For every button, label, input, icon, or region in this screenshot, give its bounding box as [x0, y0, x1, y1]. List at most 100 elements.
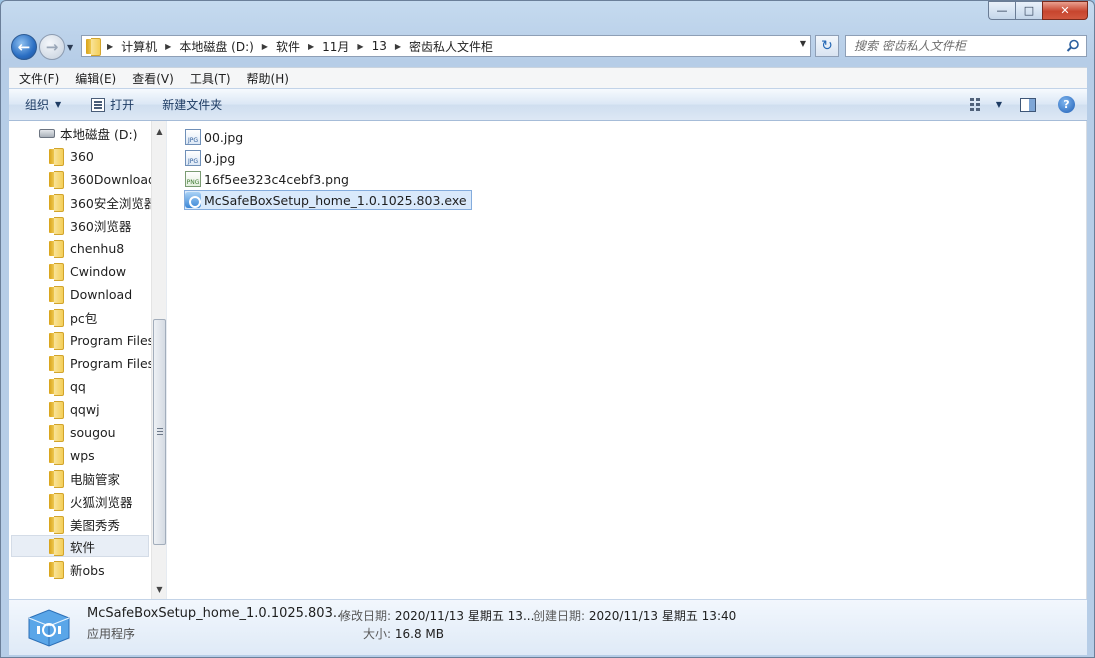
- folder-icon: [49, 309, 64, 327]
- search-icon[interactable]: [1066, 39, 1080, 53]
- preview-pane-icon[interactable]: [1020, 97, 1036, 112]
- menu-edit[interactable]: 编辑(E): [67, 70, 124, 87]
- tree-item-drive-d[interactable]: 本地磁盘 (D:): [39, 122, 138, 144]
- file-item[interactable]: PNG 16f5ee323c4cebf3.png: [185, 169, 353, 189]
- scroll-down-icon[interactable]: ▼: [152, 581, 166, 597]
- folder-icon: [49, 538, 64, 556]
- grip-icon: [157, 428, 163, 435]
- tree-item-folder[interactable]: sougou: [49, 421, 116, 443]
- details-file-type: 应用程序: [87, 627, 136, 641]
- tree-item-label: 360: [70, 148, 94, 164]
- breadcrumb-drive-d[interactable]: 本地磁盘 (D:): [179, 38, 253, 55]
- command-bar-right: ▼ ?: [966, 89, 1087, 120]
- tree-item-folder[interactable]: chenhu8: [49, 237, 124, 259]
- help-icon[interactable]: ?: [1058, 96, 1075, 113]
- file-item-selected[interactable]: McSafeBoxSetup_home_1.0.1025.803.exe: [184, 190, 472, 210]
- folder-icon: [49, 194, 64, 212]
- chevron-right-icon[interactable]: ▶: [357, 42, 363, 51]
- chevron-right-icon[interactable]: ▶: [107, 42, 113, 51]
- folder-icon: [49, 286, 64, 304]
- back-button[interactable]: ←: [11, 34, 37, 60]
- tree-item-folder[interactable]: wps: [49, 444, 95, 466]
- breadcrumb-software[interactable]: 软件: [276, 38, 300, 55]
- tree-item-folder[interactable]: 360Download: [49, 168, 156, 190]
- tree-item-folder[interactable]: qqwj: [49, 398, 100, 420]
- tree-item-folder[interactable]: 美图秀秀: [49, 513, 120, 535]
- tree-item-label: Program Files: [70, 332, 155, 348]
- menu-file[interactable]: 文件(F): [11, 70, 67, 87]
- address-dropdown-icon[interactable]: ▼: [800, 39, 806, 48]
- tree-item-label: 360Download: [70, 171, 156, 187]
- tree-item-folder[interactable]: 360: [49, 145, 94, 167]
- tree-item-folder[interactable]: Program Files: [49, 329, 154, 351]
- address-bar[interactable]: ▶ 计算机 ▶ 本地磁盘 (D:) ▶ 软件 ▶ 11月 ▶ 13 ▶ 密齿私人…: [81, 35, 811, 57]
- tree-item-folder[interactable]: 360浏览器: [49, 214, 131, 236]
- search-input[interactable]: [854, 39, 1054, 53]
- tree-item-label: Program Files: [70, 355, 155, 371]
- tree-item-folder[interactable]: 360安全浏览器: [49, 191, 156, 213]
- tree-item-label: 新obs: [70, 562, 105, 578]
- arrow-right-icon: →: [45, 38, 59, 56]
- explorer-window: — □ ✕ ← → ▼ ▶ 计算机 ▶ 本地磁盘 (D:) ▶ 软件 ▶ 11月…: [0, 0, 1095, 658]
- refresh-icon: ↻: [821, 38, 833, 54]
- tree-item-folder[interactable]: 火狐浏览器: [49, 490, 133, 512]
- tree-item-folder-selected[interactable]: 软件: [11, 535, 149, 557]
- menu-tools[interactable]: 工具(T): [182, 70, 239, 87]
- breadcrumb-november[interactable]: 11月: [322, 38, 349, 55]
- navigation-scrollbar[interactable]: ▲ ▼: [151, 121, 166, 599]
- open-button[interactable]: 打开: [81, 92, 144, 118]
- navigation-row: ← → ▼ ▶ 计算机 ▶ 本地磁盘 (D:) ▶ 软件 ▶ 11月 ▶ 13 …: [1, 29, 1094, 65]
- refresh-button[interactable]: ↻: [815, 35, 839, 57]
- new-folder-button[interactable]: 新建文件夹: [152, 92, 232, 118]
- folder-icon: [49, 470, 64, 488]
- minimize-button[interactable]: —: [988, 1, 1015, 20]
- content-area: 本地磁盘 (D:) 360 360Download 360安全浏览器 360浏览…: [9, 121, 1087, 599]
- chevron-right-icon[interactable]: ▶: [262, 42, 268, 51]
- application-large-icon: [28, 609, 70, 647]
- organize-label: 组织: [25, 98, 50, 112]
- application-icon: [185, 192, 201, 208]
- details-size-label: 大小:: [363, 627, 392, 641]
- title-bar: — □ ✕: [1, 1, 1094, 29]
- tree-item-label: 360浏览器: [70, 218, 132, 234]
- tree-item-label: Download: [70, 286, 133, 302]
- file-list: JPG 00.jpg JPG 0.jpg PNG 16f5ee323c4cebf…: [169, 121, 1087, 599]
- tree-item-folder[interactable]: 电脑管家: [49, 467, 120, 489]
- scroll-up-icon[interactable]: ▲: [152, 123, 166, 139]
- close-icon: ✕: [1060, 4, 1070, 17]
- organize-button[interactable]: 组织 ▼: [9, 92, 71, 118]
- menu-help[interactable]: 帮助(H): [239, 70, 297, 87]
- folder-icon: [86, 38, 101, 56]
- tree-item-folder[interactable]: 新obs: [49, 558, 105, 580]
- tree-item-folder[interactable]: Download: [49, 283, 132, 305]
- search-box[interactable]: [845, 35, 1087, 57]
- chevron-right-icon[interactable]: ▶: [165, 42, 171, 51]
- jpg-file-icon: JPG: [185, 150, 201, 166]
- tree-item-folder[interactable]: qq: [49, 375, 86, 397]
- chevron-right-icon[interactable]: ▶: [395, 42, 401, 51]
- tree-item-label: pc包: [70, 310, 98, 326]
- file-item[interactable]: JPG 00.jpg: [185, 127, 247, 147]
- folder-icon: [49, 148, 64, 166]
- chevron-down-icon[interactable]: ▼: [996, 100, 1002, 109]
- tree-item-folder[interactable]: Cwindow: [49, 260, 126, 282]
- folder-icon: [49, 401, 64, 419]
- file-item[interactable]: JPG 0.jpg: [185, 148, 239, 168]
- breadcrumb-current-folder[interactable]: 密齿私人文件柜: [409, 38, 493, 55]
- menu-view[interactable]: 查看(V): [124, 70, 182, 87]
- breadcrumb-13[interactable]: 13: [372, 39, 387, 53]
- chevron-down-icon: ▼: [55, 100, 62, 109]
- change-view-button[interactable]: [966, 92, 992, 118]
- scrollbar-thumb[interactable]: [153, 319, 166, 545]
- folder-icon: [49, 424, 64, 442]
- breadcrumb-computer[interactable]: 计算机: [121, 38, 157, 55]
- tree-item-folder[interactable]: pc包: [49, 306, 97, 328]
- tree-item-label: Cwindow: [70, 263, 127, 279]
- recent-pages-button[interactable]: ▼: [67, 43, 73, 52]
- tree-item-folder[interactable]: Program Files: [49, 352, 154, 374]
- chevron-right-icon[interactable]: ▶: [308, 42, 314, 51]
- close-button[interactable]: ✕: [1042, 1, 1088, 20]
- minimize-icon: —: [996, 4, 1008, 17]
- maximize-button[interactable]: □: [1015, 1, 1042, 20]
- forward-button[interactable]: →: [39, 34, 65, 60]
